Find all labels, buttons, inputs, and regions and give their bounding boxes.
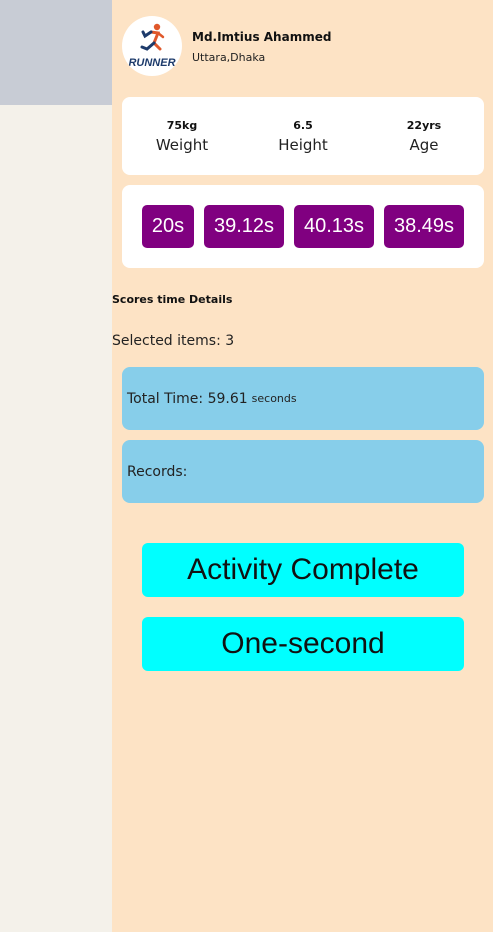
stat-label: Weight (155, 136, 209, 154)
time-chip[interactable]: 20s (142, 205, 194, 248)
stat-weight: 75kg Weight (122, 119, 242, 154)
total-time-value: Total Time: 59.61 (127, 390, 248, 407)
one-second-button[interactable]: One-second (142, 617, 464, 671)
profile-text: Md.Imtius Ahammed Uttara,Dhaka (192, 29, 331, 64)
profile-header: RUNNER Md.Imtius Ahammed Uttara,Dhaka (122, 16, 331, 76)
stat-value: 22yrs (406, 119, 442, 132)
sidebar-placeholder (0, 0, 112, 105)
selected-items-count: Selected items: 3 (112, 333, 235, 349)
time-chip[interactable]: 40.13s (294, 205, 374, 248)
activity-complete-button[interactable]: Activity Complete (142, 543, 464, 597)
stat-value: 75kg (166, 119, 198, 132)
records-box: Records: (122, 440, 484, 503)
time-chip[interactable]: 38.49s (384, 205, 464, 248)
user-name: Md.Imtius Ahammed (192, 29, 332, 44)
profile-panel: RUNNER Md.Imtius Ahammed Uttara,Dhaka 75… (112, 0, 493, 932)
runner-logo-text: RUNNER (128, 57, 175, 69)
stat-age: 22yrs Age (364, 119, 484, 154)
user-location: Uttara,Dhaka (192, 50, 266, 64)
runner-logo: RUNNER (122, 16, 182, 76)
stat-value: 6.5 (293, 119, 313, 132)
time-chip[interactable]: 39.12s (204, 205, 284, 248)
records-label: Records: (127, 463, 188, 480)
section-title: Scores time Details (112, 293, 233, 306)
stat-label: Age (409, 136, 439, 154)
stat-height: 6.5 Height (243, 119, 363, 154)
runner-logo-icon: RUNNER (128, 23, 176, 69)
total-time-box: Total Time: 59.61 seconds (122, 367, 484, 430)
stats-card: 75kg Weight 6.5 Height 22yrs Age (122, 97, 484, 175)
times-card: 20s 39.12s 40.13s 38.49s (122, 185, 484, 268)
stat-label: Height (278, 136, 328, 154)
total-time-unit: seconds (251, 392, 297, 405)
